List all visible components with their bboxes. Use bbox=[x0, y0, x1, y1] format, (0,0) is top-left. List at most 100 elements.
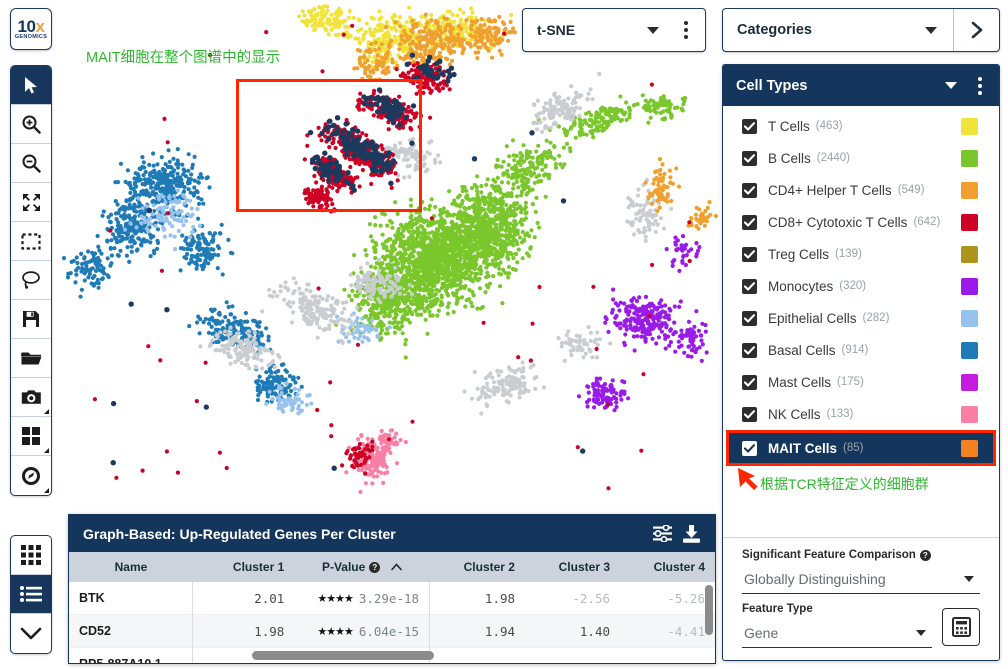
screenshot-tool[interactable] bbox=[11, 378, 51, 417]
chevron-right-icon bbox=[971, 21, 982, 39]
column-header-name[interactable]: Name bbox=[69, 560, 193, 574]
cell-type-label: CD8+ Cytotoxic T Cells bbox=[768, 214, 908, 230]
chevron-down-icon[interactable] bbox=[647, 26, 659, 34]
save-tool[interactable] bbox=[11, 300, 51, 339]
pvalue-text: 6.04e-15 bbox=[358, 623, 420, 639]
cell-type-color-swatch[interactable] bbox=[961, 309, 978, 327]
cell-type-row[interactable]: NK Cells (133) bbox=[723, 398, 999, 430]
cell-type-row[interactable]: T Cells (463) bbox=[723, 110, 999, 142]
cell-cluster3: 1.40 bbox=[579, 623, 611, 639]
categories-select[interactable]: Categories bbox=[722, 8, 1000, 52]
company-logo: 10x GENOMICS bbox=[10, 8, 52, 50]
cell-type-count: (642) bbox=[913, 216, 941, 228]
projection-select[interactable]: t-SNE bbox=[522, 8, 706, 52]
column-header-cluster2[interactable]: Cluster 2 bbox=[430, 560, 525, 574]
table-vertical-scrollbar[interactable] bbox=[705, 585, 713, 635]
cell-type-row[interactable]: MAIT Cells (85) bbox=[726, 430, 996, 466]
categories-value: Categories bbox=[737, 22, 812, 38]
feature-type-value: Gene bbox=[744, 624, 779, 641]
chevron-down-icon[interactable] bbox=[964, 575, 974, 582]
chevron-down-icon[interactable] bbox=[945, 82, 957, 89]
cell-type-row[interactable]: Mast Cells (175) bbox=[723, 366, 999, 398]
cell-type-checkbox[interactable] bbox=[742, 342, 757, 358]
cell-type-row[interactable]: CD8+ Cytotoxic T Cells (642) bbox=[723, 206, 999, 238]
column-header-pvalue[interactable]: P-Value ? bbox=[294, 560, 430, 574]
significance-stars: ★★★★ bbox=[317, 591, 353, 605]
cell-type-checkbox[interactable] bbox=[742, 150, 757, 166]
cell-type-count: (914) bbox=[841, 344, 869, 356]
table-row[interactable]: BTK 2.01 ★★★★ 3.29e-18 1.98 -2.56 -5.26 bbox=[69, 581, 715, 615]
cell-type-row[interactable]: Epithelial Cells (282) bbox=[723, 302, 999, 334]
chevron-down-icon[interactable] bbox=[916, 629, 926, 636]
cell-type-color-swatch[interactable] bbox=[961, 213, 978, 231]
cell-type-color-swatch[interactable] bbox=[961, 405, 978, 423]
cell-type-color-swatch[interactable] bbox=[961, 149, 978, 167]
cell-type-row[interactable]: Treg Cells (139) bbox=[723, 238, 999, 270]
table-download-icon[interactable] bbox=[682, 524, 701, 543]
cell-type-count: (282) bbox=[862, 312, 890, 324]
cell-type-checkbox[interactable] bbox=[742, 246, 757, 262]
cell-type-color-swatch[interactable] bbox=[961, 277, 978, 295]
cell-type-color-swatch[interactable] bbox=[961, 341, 978, 359]
cell-type-row[interactable]: Monocytes (320) bbox=[723, 270, 999, 302]
cell-type-checkbox[interactable] bbox=[742, 278, 757, 294]
feature-comparison-select[interactable]: Globally Distinguishing bbox=[742, 564, 980, 594]
cell-type-checkbox[interactable] bbox=[742, 310, 757, 326]
lasso-select-tool[interactable] bbox=[11, 261, 51, 300]
cell-type-color-swatch[interactable] bbox=[961, 439, 978, 457]
cell-type-row[interactable]: Basal Cells (914) bbox=[723, 334, 999, 366]
column-header-cluster1[interactable]: Cluster 1 bbox=[193, 560, 294, 574]
cell-type-checkbox[interactable] bbox=[742, 406, 757, 422]
cell-cluster4: -5.26 bbox=[667, 590, 705, 606]
projection-menu-icon[interactable] bbox=[677, 21, 695, 39]
zoom-in-tool[interactable] bbox=[11, 105, 51, 144]
chevron-down-icon[interactable] bbox=[925, 26, 937, 34]
table-horizontal-scrollbar[interactable] bbox=[252, 651, 434, 660]
cell-type-color-swatch[interactable] bbox=[961, 181, 978, 199]
genes-table-column-headers: Name Cluster 1 P-Value ? Cluster 2 Clust… bbox=[69, 552, 715, 582]
help-icon[interactable]: ? bbox=[369, 561, 381, 573]
cell-type-checkbox[interactable] bbox=[742, 374, 757, 390]
list-view-tool[interactable] bbox=[11, 575, 51, 614]
column-header-cluster4[interactable]: Cluster 4 bbox=[620, 560, 715, 574]
cell-type-row[interactable]: CD4+ Helper T Cells (549) bbox=[723, 174, 999, 206]
cell-type-row[interactable]: B Cells (2440) bbox=[723, 142, 999, 174]
grid-view-tool[interactable] bbox=[11, 536, 51, 575]
cell-type-color-swatch[interactable] bbox=[961, 373, 978, 391]
pointer-tool[interactable] bbox=[11, 66, 51, 105]
cell-type-count: (133) bbox=[826, 408, 854, 420]
expand-panel-button[interactable] bbox=[953, 9, 999, 51]
cell-pvalue: ★★★★ 6.04e-15 bbox=[294, 614, 431, 648]
calculate-button[interactable] bbox=[942, 608, 980, 646]
cell-cluster1: 2.01 bbox=[254, 590, 285, 606]
cell-type-color-swatch[interactable] bbox=[961, 245, 978, 263]
cell-cluster2: 1.94 bbox=[484, 623, 516, 639]
cell-type-count: (175) bbox=[837, 376, 864, 388]
tsne-scatter-plot[interactable] bbox=[60, 0, 720, 515]
genes-table-title: Graph-Based: Up-Regulated Genes Per Clus… bbox=[83, 525, 396, 542]
cell-type-checkbox[interactable] bbox=[742, 118, 757, 134]
cell-types-footer: Significant Feature Comparison ? Globall… bbox=[723, 537, 999, 660]
cell-type-label: Basal Cells bbox=[768, 342, 836, 358]
cell-type-label: MAIT Cells bbox=[768, 440, 838, 456]
cell-type-checkbox[interactable] bbox=[742, 182, 757, 198]
column-header-cluster3[interactable]: Cluster 3 bbox=[525, 560, 620, 574]
gauge-tool[interactable] bbox=[11, 456, 51, 495]
cell-type-checkbox[interactable] bbox=[742, 214, 757, 230]
collapse-tool[interactable] bbox=[11, 614, 51, 653]
split-view-tool[interactable] bbox=[11, 417, 51, 456]
cell-pvalue: ★★★★ 3.29e-18 bbox=[294, 581, 431, 615]
table-settings-icon[interactable] bbox=[653, 525, 672, 542]
table-row[interactable]: CD52 1.98 ★★★★ 6.04e-15 1.94 1.40 -4.41 bbox=[69, 614, 715, 648]
open-tool[interactable] bbox=[11, 339, 51, 378]
rectangle-select-tool[interactable] bbox=[11, 222, 51, 261]
feature-comparison-value: Globally Distinguishing bbox=[744, 570, 886, 587]
fit-screen-tool[interactable] bbox=[11, 183, 51, 222]
cell-type-checkbox[interactable] bbox=[742, 440, 757, 456]
help-icon[interactable]: ? bbox=[919, 549, 931, 561]
cell-type-color-swatch[interactable] bbox=[961, 117, 978, 135]
feature-type-select[interactable]: Gene bbox=[742, 618, 932, 648]
cell-type-count: (320) bbox=[839, 280, 867, 292]
zoom-out-tool[interactable] bbox=[11, 144, 51, 183]
cell-types-menu-icon[interactable] bbox=[971, 76, 989, 95]
